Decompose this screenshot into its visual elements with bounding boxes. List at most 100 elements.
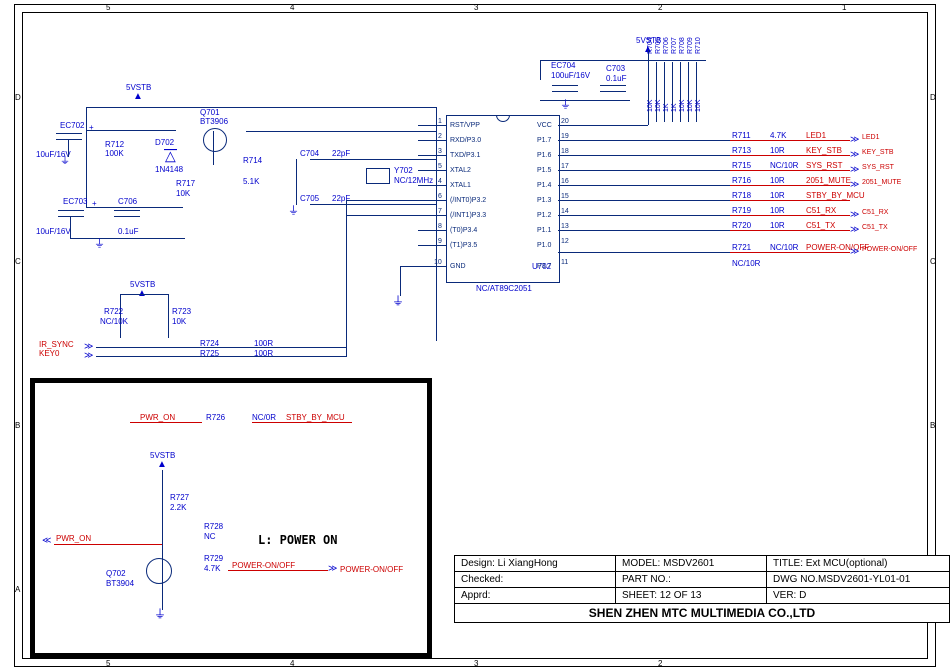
port-icon: ≫	[84, 351, 93, 360]
res-val: 5.1K	[243, 178, 259, 186]
wire	[228, 570, 328, 571]
port: LED1	[862, 134, 880, 141]
wire	[646, 60, 706, 61]
wire	[310, 204, 436, 205]
pin: RST/VPP	[450, 122, 480, 129]
pin: P1.1	[537, 227, 551, 234]
frame-row: D	[15, 94, 21, 102]
res-ref: R712	[105, 141, 124, 149]
tb-title: TITLE: Ext MCU(optional)	[767, 556, 950, 572]
res-val: 1K	[671, 103, 678, 112]
pin: VCC	[537, 122, 552, 129]
pinnum: 3	[438, 148, 442, 155]
res-ref: R729	[204, 555, 223, 563]
xtal-ref: Y702	[394, 167, 413, 175]
res-val: 100R	[254, 340, 273, 348]
frame-row: B	[15, 422, 20, 430]
cap-val: 22pF	[332, 150, 350, 158]
net: POWER-ON/OFF	[232, 562, 295, 570]
tb-design: Design: Li XiangHong	[455, 556, 616, 572]
wire	[96, 356, 346, 357]
wire	[436, 107, 437, 341]
wire	[540, 100, 630, 101]
wire	[86, 107, 436, 108]
pin: P1.2	[537, 212, 551, 219]
res-ref: R716	[732, 177, 751, 185]
port-icon: ≫	[850, 135, 859, 144]
frame-row: A	[15, 586, 20, 594]
res-val: NC/10R	[732, 260, 760, 268]
frame-top-in	[22, 12, 928, 13]
cap-ref: C706	[118, 198, 137, 206]
net: POWER-ON/OFF	[340, 566, 403, 574]
wire	[558, 125, 648, 126]
cap-plate	[58, 216, 84, 217]
gnd-icon: ⏚	[560, 100, 571, 111]
res-val: 10K	[679, 100, 686, 112]
res-val: 10K	[172, 318, 186, 326]
tb-checked: Checked:	[455, 572, 616, 588]
wire	[400, 266, 401, 296]
pin: RXD/P3.0	[450, 137, 481, 144]
diode-ref: D702	[155, 139, 174, 147]
wire	[68, 139, 69, 157]
tb-dwgno: DWG NO.MSDV2601-YL01-01	[767, 572, 950, 588]
diode-icon: ▷|	[162, 148, 176, 162]
frame-col: 3	[474, 4, 478, 12]
cap-val: 100uF/16V	[551, 72, 590, 80]
frame-col: 5	[106, 660, 110, 668]
net: 2051_MUTE	[806, 177, 851, 185]
frame-col: 4	[290, 660, 294, 668]
res-ref: R720	[732, 222, 751, 230]
wire	[418, 170, 446, 171]
wire	[168, 294, 169, 338]
pin: P1.6	[537, 152, 551, 159]
pinnum: 16	[561, 178, 569, 185]
net: C51_TX	[806, 222, 835, 230]
wire	[346, 215, 446, 216]
res-val: 4.7K	[204, 565, 220, 573]
port: KEY_STB	[862, 149, 894, 156]
res-val: 100K	[105, 150, 124, 158]
port-icon: ≫	[850, 210, 859, 219]
wire	[418, 185, 446, 186]
cap-val: 10uF/16V	[36, 228, 71, 236]
cap-val: 0.1uF	[606, 75, 626, 83]
cap-plate	[58, 210, 84, 211]
cap-ref: EC702	[60, 122, 84, 130]
wire	[418, 230, 446, 231]
cap-val: 0.1uF	[118, 228, 138, 236]
res-ref: R726	[206, 414, 225, 422]
wire	[418, 140, 446, 141]
cap-plate	[552, 85, 578, 86]
frame-col: 2	[658, 660, 662, 668]
port: C51_RX	[862, 209, 888, 216]
res-val: 10R	[770, 222, 785, 230]
frame-col: 3	[474, 660, 478, 668]
wire	[418, 245, 446, 246]
wire	[120, 294, 121, 338]
pin: P1.4	[537, 182, 551, 189]
pinnum: 19	[561, 133, 569, 140]
frame-row: C	[930, 258, 936, 266]
gnd-icon: ⏚	[94, 239, 105, 250]
inset-box	[30, 378, 432, 658]
port: SYS_RST	[862, 164, 894, 171]
wire	[400, 266, 446, 267]
pwr-icon: ▲	[157, 460, 167, 470]
cap-val: 22pF	[332, 195, 350, 203]
inset-heading: L: POWER ON	[258, 534, 337, 546]
pwr-icon: ▲	[133, 92, 143, 102]
cap-ref: C705	[300, 195, 319, 203]
pin: P1.0	[537, 242, 551, 249]
net: KEY_STB	[806, 147, 842, 155]
res-ref: R717	[176, 180, 195, 188]
frame-col: 2	[658, 4, 662, 12]
pin: P3.7	[537, 263, 551, 270]
frame-left	[14, 4, 15, 667]
res-ref: R722	[104, 308, 123, 316]
res-ref: R724	[200, 340, 219, 348]
res-ref: R704	[647, 37, 654, 54]
pinnum: 13	[561, 223, 569, 230]
cap-ref: EC704	[551, 62, 575, 70]
